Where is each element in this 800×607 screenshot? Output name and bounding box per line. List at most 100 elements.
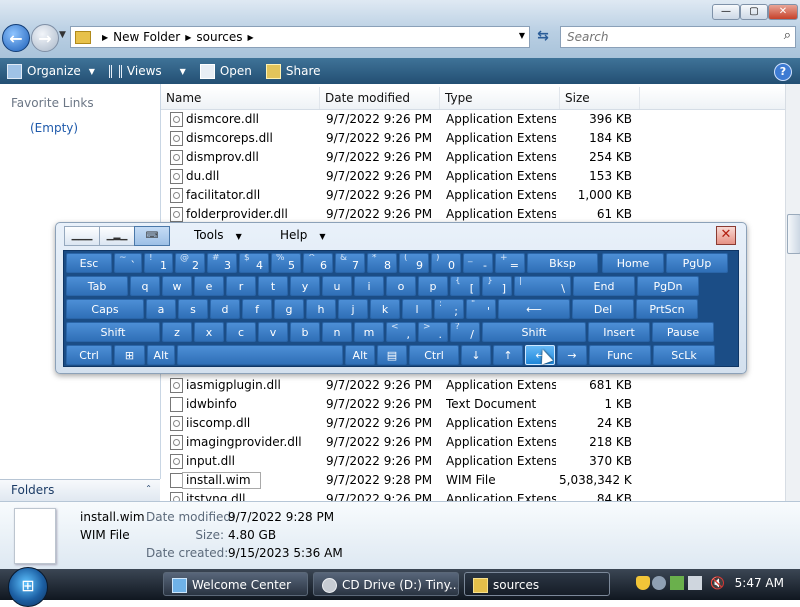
search-icon[interactable]: ⌕ <box>784 28 791 43</box>
key-f[interactable]: f <box>242 299 272 319</box>
key-n[interactable]: n <box>322 322 352 342</box>
column-header-name[interactable]: Name <box>161 87 320 109</box>
key-6[interactable]: ^ 6 <box>303 253 333 273</box>
key-arrow-down[interactable]: ↓ <box>461 345 491 365</box>
open-button[interactable]: Open <box>193 58 259 84</box>
key-end[interactable]: End <box>573 276 635 296</box>
breadcrumb-sources[interactable]: sources <box>196 30 242 44</box>
key-symbol[interactable]: ~ ` <box>114 253 142 273</box>
scrollbar-thumb[interactable] <box>787 214 800 254</box>
key-5[interactable]: % 5 <box>271 253 301 273</box>
column-header-type[interactable]: Type <box>440 87 560 109</box>
breadcrumb-separator-icon[interactable]: ▶ <box>102 33 108 42</box>
key-m[interactable]: m <box>354 322 384 342</box>
volume-muted-icon[interactable]: 🔇 <box>710 576 725 590</box>
display-icon[interactable] <box>688 576 702 590</box>
key-j[interactable]: j <box>338 299 368 319</box>
key-pagedown[interactable]: PgDn <box>637 276 699 296</box>
file-row[interactable]: dismcoreps.dll 9/7/2022 9:26 PM Applicat… <box>161 129 785 148</box>
key-c[interactable]: c <box>226 322 256 342</box>
file-row[interactable]: facilitator.dll 9/7/2022 9:26 PM Applica… <box>161 186 785 205</box>
key-h[interactable]: h <box>306 299 336 319</box>
osk-close-button[interactable]: ✕ <box>716 226 736 245</box>
taskbar-cd-drive[interactable]: CD Drive (D:) Tiny... <box>313 572 459 596</box>
key-backspace[interactable]: Bksp <box>527 253 598 273</box>
key-alt[interactable]: Alt <box>147 345 175 365</box>
key-insert[interactable]: Insert <box>588 322 650 342</box>
key-i[interactable]: i <box>354 276 384 296</box>
key-windows[interactable]: ⊞ <box>114 345 145 365</box>
file-row[interactable]: dismprov.dll 9/7/2022 9:26 PM Applicatio… <box>161 148 785 167</box>
close-button[interactable]: ✕ <box>768 4 798 20</box>
key-3[interactable]: #3 <box>207 253 237 273</box>
key-x[interactable]: x <box>194 322 224 342</box>
search-box[interactable]: ⌕ <box>560 26 796 48</box>
key-y[interactable]: y <box>290 276 320 296</box>
start-button[interactable]: ⊞ <box>8 567 48 607</box>
search-input[interactable] <box>561 27 769 47</box>
vertical-scrollbar[interactable] <box>785 84 800 501</box>
key-symbol[interactable]: ? / <box>450 322 480 342</box>
refresh-button[interactable]: ⇆ <box>532 26 554 46</box>
key-symbol[interactable]: {[ <box>450 276 480 296</box>
key-q[interactable]: q <box>130 276 160 296</box>
key-v[interactable]: v <box>258 322 288 342</box>
breadcrumb-separator-icon[interactable]: ▶ <box>248 33 254 42</box>
key-symbol[interactable]: <, <box>386 322 416 342</box>
help-icon[interactable]: ? <box>774 63 792 81</box>
key-alt[interactable]: Alt <box>345 345 375 365</box>
file-row[interactable]: idwbinfo 9/7/2022 9:26 PM Text Document … <box>161 395 785 414</box>
share-button[interactable]: Share <box>259 58 328 84</box>
key-9[interactable]: (9 <box>399 253 429 273</box>
key-e[interactable]: e <box>194 276 224 296</box>
key-shift[interactable]: Shift <box>66 322 160 342</box>
key-0[interactable]: ) 0 <box>431 253 461 273</box>
key-pause[interactable]: Pause <box>652 322 714 342</box>
key-r[interactable]: r <box>226 276 256 296</box>
key-pageup[interactable]: PgUp <box>666 253 728 273</box>
file-row[interactable]: iiscomp.dll 9/7/2022 9:26 PM Application… <box>161 414 785 433</box>
organize-button[interactable]: Organize ▼ <box>0 58 102 84</box>
recent-pages-dropdown[interactable]: ▼ <box>59 30 66 40</box>
osk-layout-standard-icon[interactable]: ▁▁▁ <box>64 226 100 246</box>
key-g[interactable]: g <box>274 299 304 319</box>
key-delete[interactable]: Del <box>572 299 634 319</box>
key-o[interactable]: o <box>386 276 416 296</box>
key-esc[interactable]: Esc <box>66 253 112 273</box>
taskbar-sources[interactable]: sources <box>464 572 610 596</box>
security-shield-icon[interactable] <box>636 576 650 590</box>
address-bar[interactable]: ▶ New Folder ▶ sources ▶ ▼ <box>70 26 530 48</box>
key-p[interactable]: p <box>418 276 448 296</box>
key-symbol[interactable]: | \ <box>514 276 571 296</box>
key-1[interactable]: ! 1 <box>144 253 173 273</box>
key-shift[interactable]: Shift <box>482 322 586 342</box>
taskbar-welcome-center[interactable]: Welcome Center <box>163 572 308 596</box>
folders-toggle[interactable]: Folders ⌃ <box>0 479 160 502</box>
clock[interactable]: 5:47 AM <box>735 576 784 590</box>
maximize-button[interactable]: ▢ <box>740 4 768 20</box>
key-home[interactable]: Home <box>602 253 664 273</box>
address-dropdown-icon[interactable]: ▼ <box>519 31 525 40</box>
osk-layout-block-icon[interactable]: ▁▂▁ <box>99 226 135 246</box>
key-symbol[interactable]: " ' <box>466 299 496 319</box>
views-button[interactable]: Views ▼ <box>102 58 193 84</box>
key-arrow-right[interactable]: → <box>557 345 587 365</box>
key-func[interactable]: Func <box>589 345 651 365</box>
key-u[interactable]: u <box>322 276 352 296</box>
key-b[interactable]: b <box>290 322 320 342</box>
key-symbol[interactable]: :; <box>434 299 464 319</box>
key-2[interactable]: @2 <box>175 253 205 273</box>
file-row[interactable]: du.dll 9/7/2022 9:26 PM Application Exte… <box>161 167 785 186</box>
key-k[interactable]: k <box>370 299 400 319</box>
minimize-button[interactable]: — <box>712 4 740 20</box>
file-row[interactable]: input.dll 9/7/2022 9:26 PM Application E… <box>161 452 785 471</box>
column-header-date[interactable]: Date modified <box>320 87 440 109</box>
file-row-selected[interactable]: install.wim 9/7/2022 9:28 PM WIM File 5,… <box>161 471 785 490</box>
forward-button[interactable]: → <box>31 24 59 52</box>
key-s[interactable]: s <box>178 299 208 319</box>
osk-menu-tools[interactable]: Tools ▼ <box>194 228 242 242</box>
windows-update-icon[interactable] <box>670 576 684 590</box>
key-space[interactable] <box>177 345 343 365</box>
breadcrumb-separator-icon[interactable]: ▶ <box>185 33 191 42</box>
key-caps-lock[interactable]: Caps <box>66 299 144 319</box>
